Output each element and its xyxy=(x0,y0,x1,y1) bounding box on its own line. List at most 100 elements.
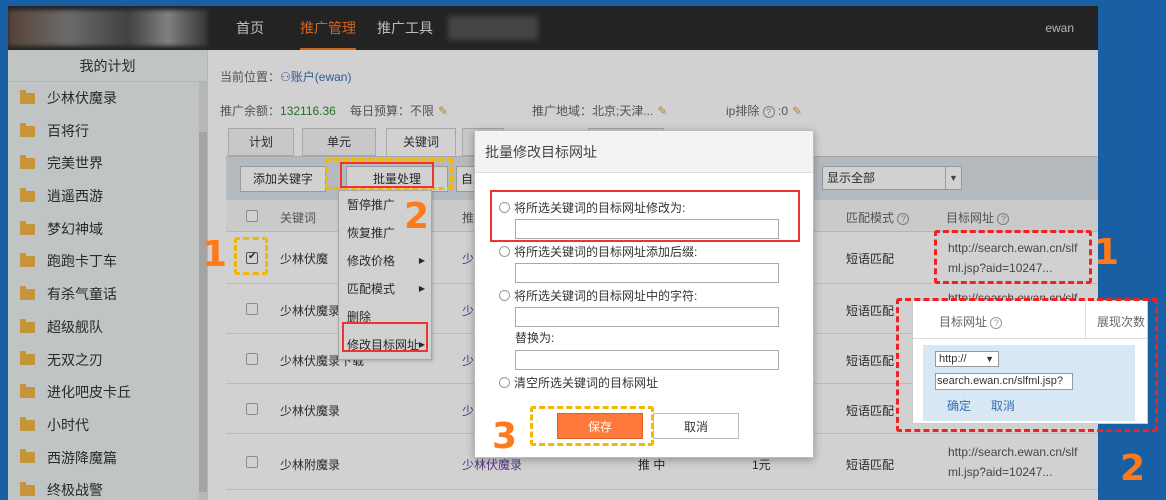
replace-with-input[interactable] xyxy=(515,350,779,370)
price-cell: 1元 xyxy=(752,458,771,472)
ip-value: :0 xyxy=(778,104,789,118)
annotation-box-batch-inner xyxy=(340,162,434,188)
folder-icon xyxy=(20,253,35,268)
sidebar-item-label: 终极战警 xyxy=(47,482,103,499)
radio-add-suffix[interactable] xyxy=(499,246,510,257)
folder-icon xyxy=(20,220,35,235)
sidebar-item[interactable]: 少林伏魔录 xyxy=(8,82,207,115)
sidebar-item[interactable]: 完美世界 xyxy=(8,147,207,180)
sidebar-item[interactable]: 进化吧皮卡丘 xyxy=(8,376,207,409)
sidebar-item[interactable]: 西游降魔篇 xyxy=(8,442,207,475)
folder-icon xyxy=(20,89,35,104)
col-target: 目标网址 ? xyxy=(946,209,1010,226)
sidebar-title: 我的计划 xyxy=(8,50,207,82)
keyword-cell: 少林伏魔 xyxy=(280,252,329,266)
nav-promo-tools[interactable]: 推广工具 xyxy=(377,6,433,50)
add-keyword-button[interactable]: 添加关键字 xyxy=(240,166,327,192)
row-checkbox[interactable] xyxy=(246,403,258,415)
caret-right-icon: ▶ xyxy=(418,284,425,293)
annotation-box-menu-item xyxy=(342,322,428,352)
sidebar-item[interactable]: 跑跑卡丁车 xyxy=(8,245,207,278)
folder-icon xyxy=(20,187,35,202)
url-line-2: ml.jsp?aid=10247... xyxy=(948,465,1053,479)
sidebar-item[interactable]: 终极战警 xyxy=(8,474,207,500)
menu-edit-price[interactable]: 修改价格 ▶ xyxy=(339,247,431,275)
row-checkbox[interactable] xyxy=(246,353,258,365)
annotation-number-1-right: 1 xyxy=(1094,232,1120,273)
folder-icon xyxy=(20,416,35,431)
sidebar-item-label: 小时代 xyxy=(47,416,89,433)
cancel-button[interactable]: 取消 xyxy=(653,413,739,439)
tab-unit[interactable]: 单元 xyxy=(302,128,376,156)
folder-icon xyxy=(20,449,35,464)
sidebar-item-label: 梦幻神域 xyxy=(47,220,103,237)
tab-keyword[interactable]: 关键词 xyxy=(386,128,456,156)
keyword-cell: 少林附魔录 xyxy=(280,458,341,472)
row-checkbox[interactable] xyxy=(246,456,258,468)
col-target-label: 目标网址 xyxy=(946,211,995,225)
option-clear-url[interactable]: 清空所选关键词的目标网址 xyxy=(499,374,658,391)
radio-replace-chars[interactable] xyxy=(499,290,510,301)
match-cell: 短语匹配 xyxy=(846,404,895,418)
sidebar-item[interactable]: 百将行 xyxy=(8,115,207,148)
select-all-checkbox[interactable] xyxy=(246,210,258,222)
region-value: 北京;天津... xyxy=(592,104,654,118)
sidebar-item-label: 跑跑卡丁车 xyxy=(47,253,117,270)
help-icon[interactable]: ? xyxy=(997,213,1010,225)
user-icon: ⚇ xyxy=(280,70,291,84)
balance-value: 132116.36 xyxy=(280,104,336,118)
breadcrumb-account-link[interactable]: 账户(ewan) xyxy=(291,70,352,84)
annotation-number-3: 3 xyxy=(492,416,518,457)
annotation-box-url xyxy=(934,230,1092,284)
sidebar-item-label: 有杀气童话 xyxy=(47,286,117,303)
col-match: 匹配模式 ? xyxy=(846,209,910,226)
edit-budget-icon[interactable]: ✎ xyxy=(438,104,448,118)
sidebar-item[interactable]: 无双之刃 xyxy=(8,344,207,377)
menu-match-mode-label: 匹配模式 xyxy=(347,282,396,296)
filter-select[interactable]: 显示全部 ▼ xyxy=(822,166,962,190)
sidebar-item[interactable]: 逍遥西游 xyxy=(8,180,207,213)
sidebar-item-label: 进化吧皮卡丘 xyxy=(47,384,131,401)
ip-stat: ip排除 ? :0 ✎ xyxy=(726,102,802,119)
menu-match-mode[interactable]: 匹配模式 ▶ xyxy=(339,275,431,303)
col-match-label: 匹配模式 xyxy=(846,211,895,225)
suffix-input[interactable] xyxy=(515,263,779,283)
scroll-thumb[interactable] xyxy=(199,132,207,492)
folder-icon xyxy=(20,318,35,333)
logo-blurred xyxy=(8,10,208,46)
col-keyword: 关键词 xyxy=(280,211,317,225)
filter-value: 显示全部 xyxy=(827,171,876,185)
sidebar-item[interactable]: 超级舰队 xyxy=(8,311,207,344)
region-stat: 推广地域：北京;天津... ✎ xyxy=(532,102,667,119)
help-icon[interactable]: ? xyxy=(762,106,775,118)
sidebar-item[interactable]: 梦幻神域 xyxy=(8,213,207,246)
radio-clear-url[interactable] xyxy=(499,377,510,388)
sidebar: 我的计划 少林伏魔录 百将行 完美世界 逍遥西游 梦幻神域 跑跑卡丁车 有杀气童… xyxy=(8,50,208,500)
edit-ip-icon[interactable]: ✎ xyxy=(792,104,802,118)
menu-edit-price-label: 修改价格 xyxy=(347,254,396,268)
edit-region-icon[interactable]: ✎ xyxy=(657,104,667,118)
find-chars-input[interactable] xyxy=(515,307,779,327)
row-checkbox[interactable] xyxy=(246,303,258,315)
option-add-suffix[interactable]: 将所选关键词的目标网址添加后缀: xyxy=(499,243,697,260)
folder-icon xyxy=(20,155,35,170)
option-replace-chars[interactable]: 将所选关键词的目标网址中的字符: xyxy=(499,287,697,304)
sidebar-item[interactable]: 有杀气童话 xyxy=(8,278,207,311)
nav-home[interactable]: 首页 xyxy=(236,6,264,50)
nav-item-blurred[interactable] xyxy=(448,16,538,40)
tab-plan[interactable]: 计划 xyxy=(228,128,294,156)
chevron-down-icon: ▼ xyxy=(945,167,961,189)
balance-stat: 推广余额：132116.36 xyxy=(220,102,336,119)
url-cell[interactable]: http://search.ewan.cn/slf ml.jsp?aid=1024… xyxy=(948,442,1077,482)
annotation-box-option1 xyxy=(490,190,800,242)
nav-promo-management[interactable]: 推广管理 xyxy=(300,6,356,50)
region-label: 推广地域： xyxy=(532,104,593,118)
username[interactable]: ewan xyxy=(1045,6,1074,50)
promo-cell[interactable]: 少林伏魔录 xyxy=(462,456,522,473)
sidebar-scrollbar[interactable] xyxy=(199,82,207,500)
folder-icon xyxy=(20,122,35,137)
annotation-number-2: 2 xyxy=(404,196,430,237)
sidebar-item[interactable]: 小时代 xyxy=(8,409,207,442)
help-icon[interactable]: ? xyxy=(897,213,910,225)
balance-label: 推广余额： xyxy=(220,104,281,118)
